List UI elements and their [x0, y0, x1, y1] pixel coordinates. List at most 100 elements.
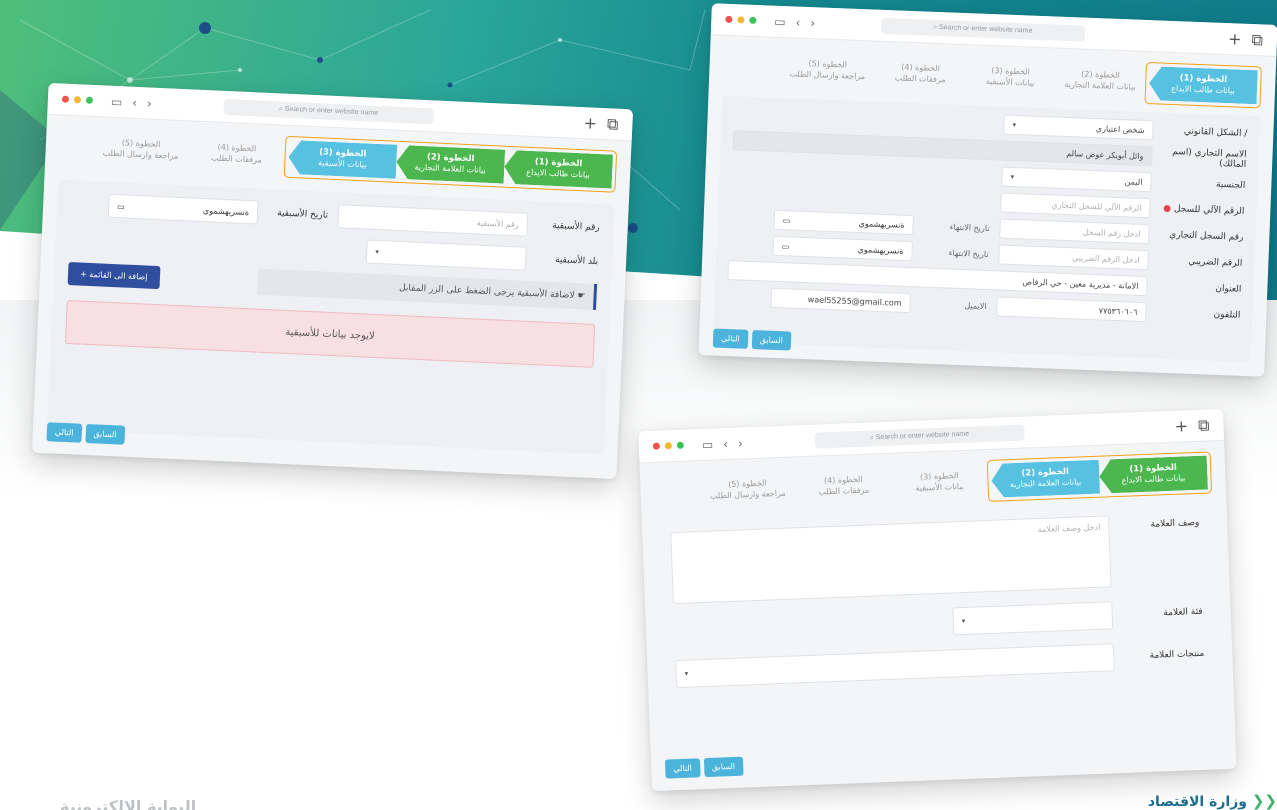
calendar-icon[interactable]: ▭	[782, 242, 790, 251]
email-label: الايميل	[964, 300, 987, 311]
tabs-icon[interactable]: ⧉	[1251, 30, 1263, 50]
add-to-list-button[interactable]: + إضافة الى القائمة	[67, 261, 161, 289]
sidebar-icon[interactable]: ▭	[111, 94, 123, 109]
chevron-down-icon: ▾	[375, 247, 380, 257]
step-5[interactable]: الخطوة (5) مراجعة وارسال الطلب	[92, 131, 189, 169]
forward-icon[interactable]: ›	[738, 436, 743, 450]
tax-expiry-label: تاريخ الانتهاء	[948, 248, 989, 259]
prev-button[interactable]: السابق	[85, 423, 125, 445]
priority-number-input[interactable]: رقم الأسبقية	[337, 204, 529, 237]
priority-country-select[interactable]: ▾	[365, 239, 527, 271]
tabs-icon[interactable]: ⧉	[1198, 415, 1210, 435]
minimize-dot[interactable]	[737, 16, 745, 24]
step-5[interactable]: الخطوة (5) مراجعة وارسال الطلب	[779, 52, 876, 90]
step-4[interactable]: الخطوة (4) مرفقات الطلب	[875, 56, 966, 93]
forward-icon[interactable]: ›	[810, 16, 815, 30]
nationality-select[interactable]: ▾ اليمن	[1001, 166, 1152, 193]
phone-input[interactable]: ٧٧٥٣٦٠٦٠٦	[996, 296, 1147, 323]
step-1[interactable]: الخطوة (1) بيانات طالب الايداع	[504, 150, 613, 189]
next-button[interactable]: التالي	[664, 758, 701, 779]
address-bar[interactable]: ⌕ Search or enter website name	[880, 17, 1085, 42]
calendar-icon[interactable]: ▭	[117, 202, 125, 211]
auto-reg-input[interactable]: الرقم الآلي للسجل التجاري	[1000, 192, 1151, 219]
maximize-dot[interactable]	[749, 16, 757, 24]
close-dot[interactable]	[725, 15, 733, 24]
sidebar-icon[interactable]: ▭	[774, 14, 786, 28]
tax-input[interactable]: ادخل الرقم الضريبي	[998, 244, 1149, 271]
maximize-dot[interactable]	[676, 441, 685, 449]
next-button[interactable]: التالي	[712, 328, 749, 349]
chevron-down-icon: ▾	[1012, 120, 1017, 130]
sidebar-icon[interactable]: ▭	[702, 437, 714, 451]
mark-products-select[interactable]: ▾	[675, 643, 1115, 689]
window-controls	[652, 441, 685, 450]
phone-label: التلفون	[1213, 309, 1241, 321]
priority-date-input[interactable]: ▭ ةنسريهشموي	[107, 193, 259, 225]
tax-label: الرقم الضريبي	[1188, 256, 1243, 269]
new-tab-icon[interactable]: +	[583, 113, 597, 134]
step-3[interactable]: الخطوة (3) بيانات الأسبقية	[891, 464, 988, 502]
priority-country-label: بلد الأسبقية	[554, 255, 599, 268]
close-dot[interactable]	[652, 442, 661, 450]
step-4[interactable]: الخطوة (4) مرفقات الطلب	[188, 135, 285, 173]
calendar-icon[interactable]: ▭	[783, 216, 791, 225]
tabs-icon[interactable]: ⧉	[607, 114, 619, 134]
step-5[interactable]: الخطوة (5) مراجعة وارسال الطلب	[699, 471, 796, 509]
priority-number-label: رقم الأسبقية	[552, 220, 600, 234]
mark-desc-label: وصف العلامة	[1150, 517, 1200, 530]
minimize-dot[interactable]	[73, 96, 82, 104]
tax-expiry-input[interactable]: ▭ ةنسريهشموي	[772, 235, 913, 262]
cr-input[interactable]: ادخل رقم السجل	[999, 218, 1150, 245]
step-1[interactable]: الخطوة (1) بيانات طالب الايداع	[1099, 456, 1208, 494]
maximize-dot[interactable]	[85, 96, 94, 104]
mark-products-label: منتجات العلامة	[1149, 648, 1205, 661]
window-controls	[61, 95, 94, 104]
logo-icon: ❯❯	[1251, 792, 1277, 810]
applicant-form: الشكل القانوني / ▾ شخص اعتباري الاسم التج…	[712, 95, 1261, 363]
minimize-dot[interactable]	[664, 442, 673, 450]
step-2[interactable]: الخطوة (2) بيانات العلامة التجارية	[1055, 63, 1146, 100]
forward-icon[interactable]: ›	[147, 96, 152, 110]
step-3[interactable]: الخطوة (3) بيانات الأسبقية	[965, 59, 1056, 96]
legal-form-select[interactable]: ▾ شخص اعتباري	[1003, 114, 1154, 141]
back-icon[interactable]: ‹	[723, 436, 728, 450]
mark-class-select[interactable]: ▾	[952, 601, 1114, 636]
cr-expiry-input[interactable]: ▭ ةنسريهشموي	[773, 209, 914, 236]
step-1[interactable]: الخطوة (1) بيانات طالب الايداع	[1149, 66, 1258, 104]
step-2[interactable]: الخطوة (2) بيانات العلامة التجارية	[396, 145, 505, 184]
chevron-down-icon: ▾	[684, 669, 689, 678]
trademark-form: وصف العلامة ادخل وصف العلامة فئة العلامة…	[656, 505, 1220, 710]
window-trademark: ▭ ‹ › ⌕ Search or enter website name + ⧉…	[638, 408, 1237, 792]
new-tab-icon[interactable]: +	[1228, 29, 1242, 49]
footer-text: البوابة الإلكترونية	[60, 797, 197, 810]
mark-class-label: فئة العلامة	[1163, 606, 1203, 619]
priority-form: رقم الأسبقية رقم الأسبقية تاريخ الأسبقية…	[46, 179, 615, 455]
mark-desc-textarea[interactable]: ادخل وصف العلامة	[670, 515, 1112, 605]
step-3[interactable]: الخطوة (3) بيانات الأسبقية	[288, 140, 397, 179]
priority-date-label: تاريخ الأسبقية	[277, 208, 329, 221]
stepper-active-group: الخطوة (1) بيانات طالب الايداع الخطوة (2)…	[986, 451, 1213, 502]
chevron-down-icon: ▾	[1010, 172, 1015, 181]
stepper-active-group: الخطوة (1) بيانات طالب الايداع	[1144, 61, 1262, 109]
priority-hint: لاضافة الأسبقية يرجى الضغط على الزر المق…	[256, 268, 598, 310]
back-icon[interactable]: ‹	[132, 95, 137, 109]
nationality-label: الجنسية	[1215, 179, 1246, 191]
prev-button[interactable]: السابق	[703, 756, 744, 778]
step-2[interactable]: الخطوة (2) بيانات العلامة التجارية	[991, 460, 1100, 498]
step-4[interactable]: الخطوة (4) مرفقات الطلب	[795, 468, 892, 506]
email-input[interactable]: wael55255@gmail.com	[770, 287, 911, 314]
next-button[interactable]: التالي	[46, 422, 82, 443]
window-applicant: ▭ ‹ › ⌕ Search or enter website name + ⧉…	[698, 3, 1277, 377]
window-controls	[725, 15, 757, 24]
window-priority: ▭ ‹ › ⌕ Search or enter website name + ⧉…	[31, 82, 634, 480]
auto-reg-label: ● الرقم الآلي للسجل	[1162, 203, 1245, 217]
legal-form-label: الشكل القانوني /	[1183, 126, 1248, 139]
empty-alert: لايوجد بيانات للأسبقية	[64, 299, 596, 368]
address-bar[interactable]: ⌕ Search or enter website name	[222, 98, 435, 124]
trade-name-label: الاسم التجاري (اسم المالك)	[1172, 147, 1247, 170]
address-bar[interactable]: ⌕ Search or enter website name	[813, 424, 1026, 449]
close-dot[interactable]	[61, 95, 70, 103]
back-icon[interactable]: ‹	[795, 15, 800, 29]
new-tab-icon[interactable]: +	[1174, 416, 1188, 436]
prev-button[interactable]: السابق	[751, 330, 792, 351]
